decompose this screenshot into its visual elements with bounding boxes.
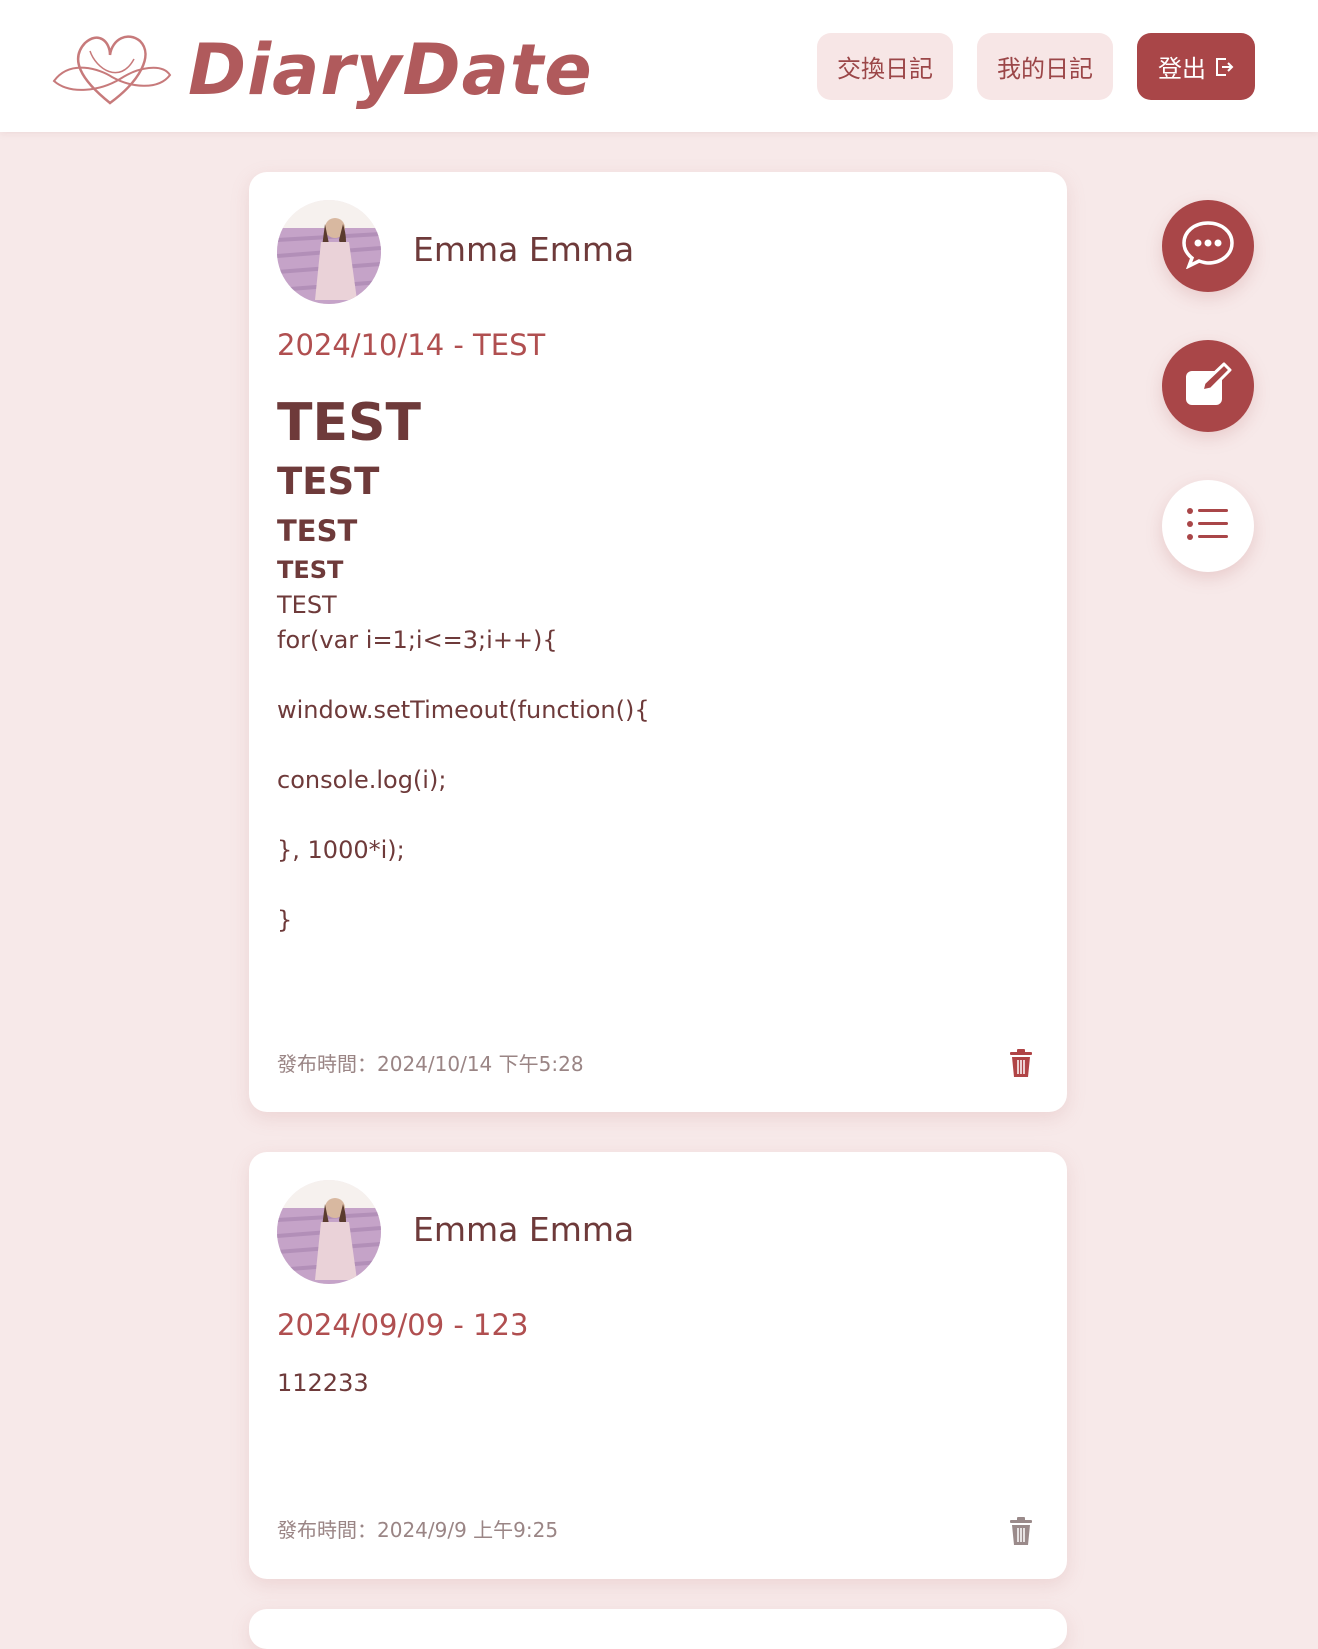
write-diary-button[interactable] bbox=[1162, 340, 1254, 432]
diary-entry-card: Emma Emma 2024/09/09 - 123 112233 發布時間：2… bbox=[249, 1152, 1067, 1579]
logout-label: 登出 bbox=[1158, 55, 1206, 83]
entry-title: 2024/09/09 - 123 bbox=[277, 1308, 529, 1342]
logout-icon bbox=[1214, 56, 1234, 78]
entry-content: 112233 bbox=[277, 1366, 369, 1401]
heading-4: TEST bbox=[277, 556, 344, 584]
chat-icon bbox=[1181, 219, 1235, 273]
code-line: for(var i=1;i<=3;i++){ bbox=[277, 626, 558, 654]
paragraph: TEST bbox=[277, 591, 337, 619]
exchange-diary-button[interactable]: 交換日記 bbox=[817, 33, 953, 100]
author-name[interactable]: Emma Emma bbox=[413, 1210, 634, 1249]
entry-content: TEST TEST TEST TEST TEST for(var i=1;i<=… bbox=[277, 392, 650, 938]
published-time: 發布時間：2024/10/14 下午5:28 bbox=[277, 1052, 584, 1076]
code-line: console.log(i); bbox=[277, 766, 447, 794]
trash-icon[interactable] bbox=[1009, 1048, 1033, 1078]
paragraph: 112233 bbox=[277, 1369, 369, 1397]
diary-entry-card: Emma Emma 2024/10/14 - TEST TEST TEST TE… bbox=[249, 172, 1067, 1112]
code-line: } bbox=[277, 906, 293, 934]
heading-2: TEST bbox=[277, 460, 380, 503]
published-time: 發布時間：2024/9/9 上午9:25 bbox=[277, 1518, 559, 1542]
heading-3: TEST bbox=[277, 514, 358, 548]
avatar[interactable] bbox=[277, 1180, 381, 1284]
trash-icon[interactable] bbox=[1009, 1516, 1033, 1546]
avatar[interactable] bbox=[277, 200, 381, 304]
logout-button[interactable]: 登出 bbox=[1137, 33, 1255, 100]
edit-icon bbox=[1184, 361, 1232, 411]
list-icon bbox=[1186, 506, 1230, 546]
my-diary-button[interactable]: 我的日記 bbox=[977, 33, 1113, 100]
author-name[interactable]: Emma Emma bbox=[413, 230, 634, 269]
chat-button[interactable] bbox=[1162, 200, 1254, 292]
heading-1: TEST bbox=[277, 393, 421, 453]
list-button[interactable] bbox=[1162, 480, 1254, 572]
brand-logo[interactable]: DiaryDate bbox=[50, 22, 593, 118]
heart-logo-icon bbox=[52, 35, 172, 105]
diary-entry-card bbox=[249, 1609, 1067, 1649]
entry-title: 2024/10/14 - TEST bbox=[277, 328, 546, 362]
top-header: DiaryDate 交換日記 我的日記 登出 bbox=[0, 0, 1318, 132]
code-line: }, 1000*i); bbox=[277, 836, 405, 864]
code-line: window.setTimeout(function(){ bbox=[277, 696, 650, 724]
brand-name: DiaryDate bbox=[188, 29, 593, 111]
